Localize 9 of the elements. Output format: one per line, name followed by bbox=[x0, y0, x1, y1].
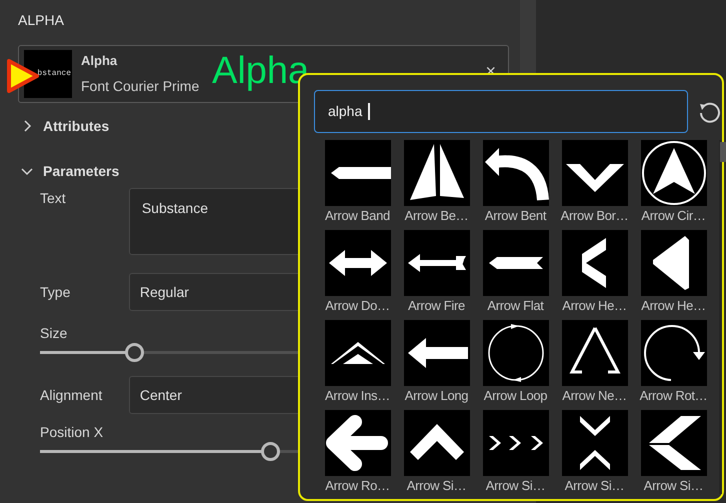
font-name: Alpha bbox=[81, 52, 118, 70]
panel-title: ALPHA bbox=[18, 11, 65, 30]
thumbnail-text: bstance bbox=[37, 68, 72, 80]
param-label: Size bbox=[40, 324, 68, 343]
param-label: Position X bbox=[40, 423, 104, 442]
param-label: Type bbox=[40, 282, 72, 302]
param-label: Text bbox=[40, 189, 67, 208]
font-subtitle: Font Courier Prime bbox=[81, 77, 200, 96]
param-label: Alignment bbox=[40, 386, 104, 405]
